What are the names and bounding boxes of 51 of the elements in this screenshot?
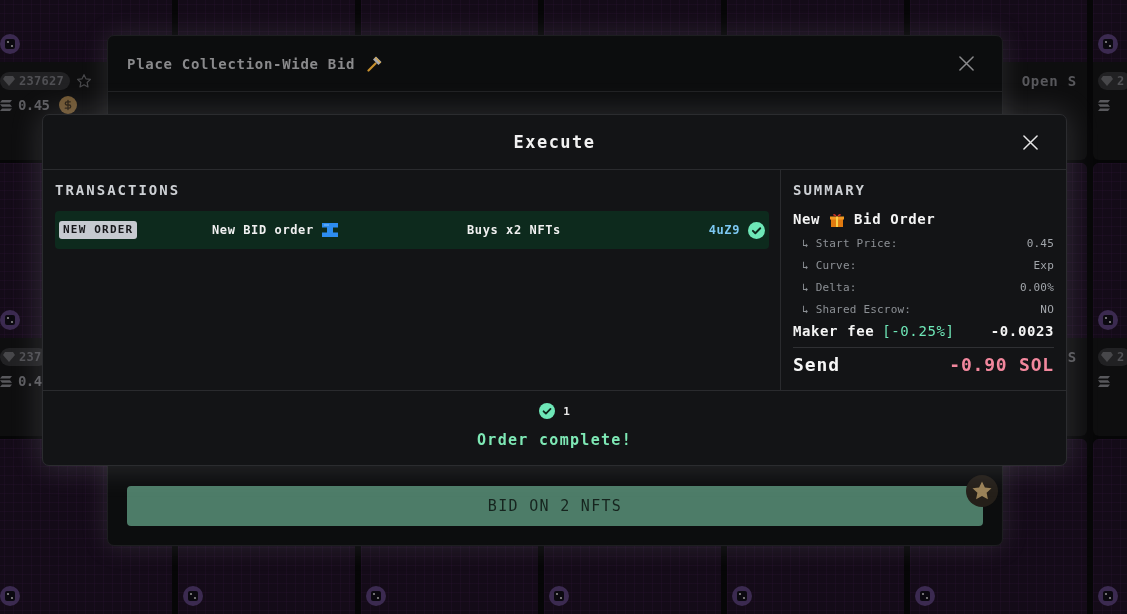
close-icon[interactable] [959, 56, 974, 71]
hammer-icon [366, 55, 383, 72]
status-message: Order complete! [477, 430, 632, 450]
dice-avatar-icon [366, 586, 386, 606]
solana-icon [0, 375, 12, 387]
solana-icon [0, 99, 12, 111]
diamond-icon [1101, 352, 1113, 362]
fee-rate: [-0.25%] [882, 323, 955, 339]
fee-value: -0.0023 [990, 323, 1054, 339]
summary-value: 0.45 [1026, 236, 1054, 250]
diamond-icon [3, 352, 15, 362]
order-title: New [793, 211, 821, 227]
dice-avatar-icon [915, 586, 935, 606]
solana-icon [1098, 99, 1110, 111]
dice-avatar-icon [549, 586, 569, 606]
dice-avatar-icon [732, 586, 752, 606]
signature-link[interactable]: 4uZ9 [708, 223, 740, 237]
dice-avatar-icon [1098, 310, 1118, 330]
nft-price: 0.4 [18, 373, 42, 389]
transaction-description: New BID order [212, 223, 314, 237]
nft-name: Open S [1021, 73, 1077, 89]
solana-icon [1098, 375, 1110, 387]
dice-avatar-icon [183, 586, 203, 606]
nft-name: S [1067, 349, 1077, 365]
summary-label: ↳ Shared Escrow: [802, 302, 912, 316]
order-type-badge: NEW ORDER [59, 221, 138, 239]
summary-label: ↳ Start Price: [802, 236, 898, 250]
nft-price: 0.45 [18, 97, 50, 113]
dice-avatar-icon [1098, 586, 1118, 606]
summary-label: ↳ Curve: [802, 258, 857, 272]
fee-label: Maker fee [793, 323, 875, 339]
diamond-icon [1101, 76, 1113, 86]
section-heading: SUMMARY [793, 182, 867, 199]
i-beam-icon [321, 222, 338, 238]
total-value: -0.90 SOL [949, 353, 1054, 375]
diamond-icon [3, 76, 15, 86]
summary-value: Exp [1033, 258, 1054, 272]
total-label: Send [793, 353, 840, 375]
star-icon [76, 73, 93, 89]
summary-value: NO [1040, 302, 1054, 316]
dialog-title: Execute [513, 132, 596, 152]
dialog-title: Place Collection-Wide Bid [127, 55, 356, 72]
completed-count: 1 [563, 404, 570, 418]
dollar-coin-icon [59, 96, 78, 114]
section-heading: TRANSACTIONS [55, 182, 182, 199]
gift-icon [830, 211, 845, 227]
summary-value: 0.00% [1019, 280, 1054, 294]
dice-avatar-icon [1098, 34, 1118, 54]
transaction-detail: Buys x2 NFTs [467, 223, 561, 237]
summary-label: ↳ Delta: [802, 280, 857, 294]
order-title: Bid Order [854, 211, 936, 227]
